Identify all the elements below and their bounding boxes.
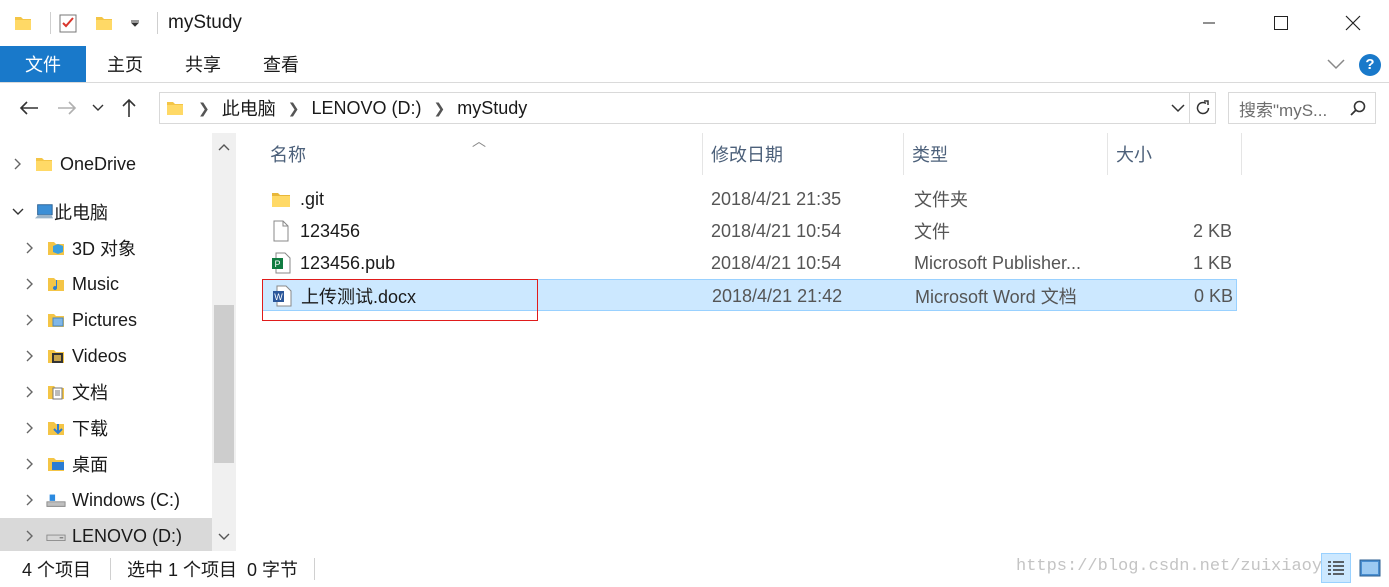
tree-item-videos[interactable]: Videos bbox=[0, 338, 212, 374]
tree-item-pictures[interactable]: Pictures bbox=[0, 302, 212, 338]
column-header-type[interactable]: 类型 bbox=[904, 133, 1108, 175]
refresh-button[interactable] bbox=[1189, 93, 1215, 123]
window-controls bbox=[1173, 0, 1389, 46]
pictures-folder-icon bbox=[46, 310, 66, 330]
chevron-right-icon[interactable] bbox=[22, 458, 38, 470]
chevron-right-icon[interactable]: ❯ bbox=[190, 100, 218, 117]
drive-icon bbox=[46, 490, 66, 510]
chevron-right-icon[interactable] bbox=[22, 350, 38, 362]
file-row[interactable]: 123456 2018/4/21 10:54 文件 2 KB bbox=[262, 215, 1237, 247]
scroll-down-button[interactable] bbox=[212, 523, 236, 551]
breadcrumb-folder[interactable]: myStudy bbox=[453, 98, 531, 119]
ribbon-tabs: 文件 主页 共享 查看 ? bbox=[0, 46, 1389, 83]
tree-item-downloads[interactable]: 下载 bbox=[0, 410, 212, 446]
chevron-right-icon[interactable] bbox=[22, 386, 38, 398]
scroll-up-button[interactable] bbox=[212, 133, 236, 161]
chevron-right-icon[interactable] bbox=[22, 278, 38, 290]
documents-folder-icon bbox=[46, 382, 66, 402]
music-folder-icon bbox=[46, 274, 66, 294]
file-list: 名称 ︿ 修改日期 类型 大小 .git 2018/4/21 21:35 文件夹… bbox=[262, 133, 1389, 551]
sort-ascending-icon: ︿ bbox=[472, 133, 486, 149]
tree-item-desktop[interactable]: 桌面 bbox=[0, 446, 212, 482]
drive-icon bbox=[46, 526, 66, 546]
quick-access-toolbar bbox=[0, 0, 164, 46]
address-bar[interactable]: ❯ 此电脑 ❯ LENOVO (D:) ❯ myStudy bbox=[159, 92, 1216, 124]
search-placeholder: 搜索"myS... bbox=[1239, 100, 1328, 120]
view-switcher bbox=[1321, 553, 1385, 583]
file-icon bbox=[270, 220, 292, 242]
watermark-text: https://blog.csdn.net/zuixiaoy bbox=[1016, 557, 1323, 576]
svg-text:P: P bbox=[275, 259, 281, 269]
svg-text:W: W bbox=[274, 292, 283, 302]
search-input[interactable]: 搜索"myS... bbox=[1228, 92, 1376, 124]
downloads-folder-icon bbox=[46, 418, 66, 438]
search-icon[interactable] bbox=[1349, 99, 1367, 122]
file-row[interactable]: W 上传测试.docx 2018/4/21 21:42 Microsoft Wo… bbox=[262, 279, 1237, 311]
chevron-right-icon[interactable] bbox=[22, 422, 38, 434]
column-header-name[interactable]: 名称 ︿ bbox=[262, 133, 703, 175]
tree-item-windows-drive[interactable]: Windows (C:) bbox=[0, 482, 212, 518]
navigation-bar: ❯ 此电脑 ❯ LENOVO (D:) ❯ myStudy 搜索"myS... bbox=[0, 83, 1389, 133]
folder-icon bbox=[34, 154, 54, 174]
details-view-button[interactable] bbox=[1321, 553, 1351, 583]
tab-share[interactable]: 共享 bbox=[164, 46, 242, 82]
item-count: 4 个项目 bbox=[22, 560, 92, 580]
forward-button[interactable] bbox=[48, 88, 86, 128]
file-row[interactable]: P 123456.pub 2018/4/21 10:54 Microsoft P… bbox=[262, 247, 1237, 279]
tree-item-music[interactable]: Music bbox=[0, 266, 212, 302]
folder-icon bbox=[160, 99, 190, 117]
tree-item-3d-objects[interactable]: 3D 对象 bbox=[0, 230, 212, 266]
breadcrumb-drive[interactable]: LENOVO (D:) bbox=[307, 98, 425, 119]
large-icons-view-button[interactable] bbox=[1355, 553, 1385, 583]
word-icon: W bbox=[271, 285, 293, 307]
scrollbar-thumb[interactable] bbox=[214, 305, 234, 463]
chevron-right-icon[interactable] bbox=[22, 314, 38, 326]
selection-info: 选中 1 个项目 0 字节 bbox=[127, 560, 299, 580]
chevron-right-icon[interactable]: ❯ bbox=[280, 100, 308, 117]
chevron-right-icon[interactable] bbox=[22, 242, 38, 254]
publisher-icon: P bbox=[270, 252, 292, 274]
navigation-pane: OneDrive 此电脑 3D 对象 Music Pictures Videos… bbox=[0, 133, 240, 551]
tree-item-documents[interactable]: 文档 bbox=[0, 374, 212, 410]
new-folder-icon[interactable] bbox=[93, 12, 115, 34]
computer-icon bbox=[34, 202, 54, 222]
address-dropdown-button[interactable] bbox=[1167, 103, 1189, 113]
videos-folder-icon bbox=[46, 346, 66, 366]
chevron-right-icon[interactable] bbox=[22, 494, 38, 506]
column-header-size[interactable]: 大小 bbox=[1108, 133, 1242, 175]
chevron-right-icon[interactable] bbox=[10, 158, 26, 170]
maximize-button[interactable] bbox=[1245, 0, 1317, 46]
close-button[interactable] bbox=[1317, 0, 1389, 46]
nav-scrollbar[interactable] bbox=[212, 133, 236, 551]
tab-home[interactable]: 主页 bbox=[86, 46, 164, 82]
breadcrumb-this-pc[interactable]: 此电脑 bbox=[218, 95, 280, 121]
tree-item-this-pc[interactable]: 此电脑 bbox=[0, 194, 212, 230]
title-bar: myStudy bbox=[0, 0, 1389, 46]
minimize-button[interactable] bbox=[1173, 0, 1245, 46]
folder-icon bbox=[270, 188, 292, 210]
window-title: myStudy bbox=[168, 12, 242, 33]
chevron-down-icon[interactable] bbox=[10, 208, 26, 216]
tree-item-onedrive[interactable]: OneDrive bbox=[0, 146, 212, 182]
help-button[interactable]: ? bbox=[1359, 53, 1381, 76]
folder-icon bbox=[12, 12, 34, 34]
up-button[interactable] bbox=[110, 88, 148, 128]
column-header-date[interactable]: 修改日期 bbox=[703, 133, 904, 175]
file-row[interactable]: .git 2018/4/21 21:35 文件夹 bbox=[262, 183, 1237, 215]
3d-objects-icon bbox=[46, 238, 66, 258]
chevron-down-icon[interactable] bbox=[129, 12, 141, 34]
desktop-folder-icon bbox=[46, 454, 66, 474]
recent-locations-button[interactable] bbox=[86, 88, 110, 128]
chevron-right-icon[interactable]: ❯ bbox=[425, 100, 453, 117]
chevron-right-icon[interactable] bbox=[22, 530, 38, 542]
tab-view[interactable]: 查看 bbox=[242, 46, 320, 82]
tab-file[interactable]: 文件 bbox=[0, 46, 86, 82]
properties-icon[interactable] bbox=[57, 12, 79, 34]
expand-ribbon-icon[interactable] bbox=[1327, 54, 1345, 75]
back-button[interactable] bbox=[10, 88, 48, 128]
tree-item-lenovo-drive[interactable]: LENOVO (D:) bbox=[0, 518, 212, 551]
